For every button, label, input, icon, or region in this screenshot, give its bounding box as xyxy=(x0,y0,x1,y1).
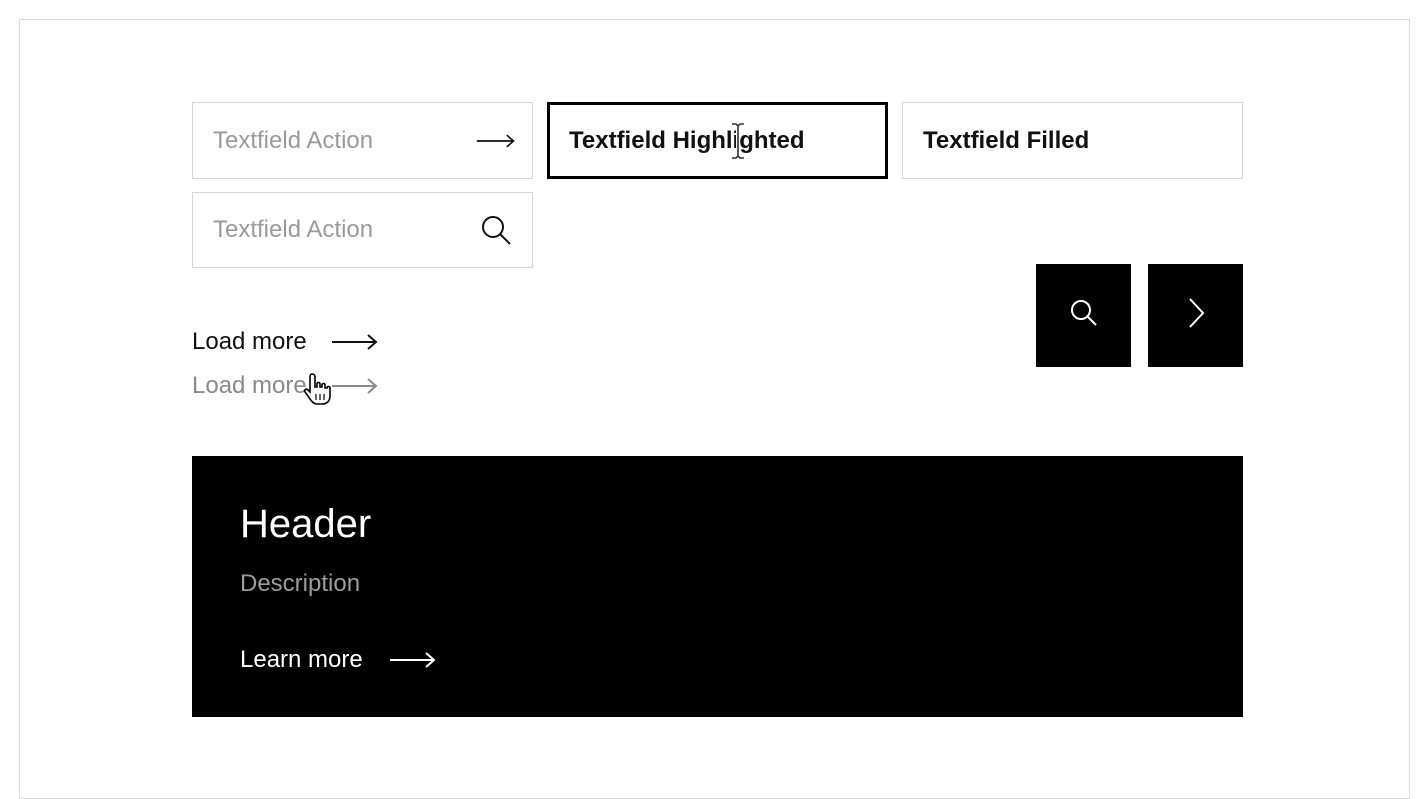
load-more-label: Load more xyxy=(192,328,307,355)
chevron-right-icon xyxy=(1184,296,1208,335)
arrow-right-icon xyxy=(331,334,379,350)
textfield-filled[interactable]: Textfield Filled xyxy=(902,102,1243,179)
arrow-right-icon xyxy=(389,652,437,668)
textfield-action-arrow[interactable]: Textfield Action xyxy=(192,102,533,179)
next-button[interactable] xyxy=(1148,264,1243,367)
textfield-action-search[interactable]: Textfield Action xyxy=(192,192,533,268)
hero-header: Header xyxy=(240,502,372,546)
hero-card: Header Description Learn more xyxy=(192,456,1243,717)
learn-more-label: Learn more xyxy=(240,646,363,673)
hero-description: Description xyxy=(240,570,361,597)
learn-more-link[interactable]: Learn more xyxy=(240,646,437,674)
textfield-highlighted[interactable]: Textfield Highlighted xyxy=(547,102,888,179)
textfield-placeholder: Textfield Action xyxy=(213,126,374,154)
load-more-link-hover[interactable]: Load more xyxy=(192,372,379,400)
search-button[interactable] xyxy=(1036,264,1131,367)
search-icon[interactable] xyxy=(476,210,516,250)
textfield-value: Textfield Filled xyxy=(923,126,1090,154)
textfield-placeholder: Textfield Action xyxy=(213,216,374,243)
load-more-link[interactable]: Load more xyxy=(192,328,379,356)
textfield-value: Textfield Highlighted xyxy=(569,126,805,154)
arrow-right-icon xyxy=(331,378,379,394)
search-icon xyxy=(1067,296,1101,335)
arrow-right-icon[interactable] xyxy=(476,121,516,161)
load-more-label: Load more xyxy=(192,372,307,399)
